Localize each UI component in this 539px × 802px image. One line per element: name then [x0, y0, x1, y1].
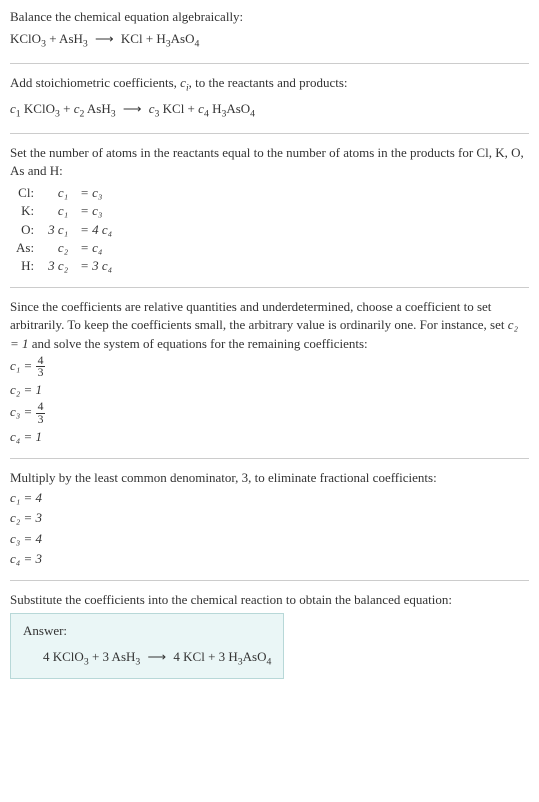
step5-text: Substitute the coefficients into the che…	[10, 591, 529, 609]
unbalanced-equation: KClO3 + AsH3 ⟶ KCl + H3AsO4	[10, 30, 529, 51]
table-row: H:3 c₂= 3 c₄	[10, 257, 118, 275]
answer-label: Answer:	[23, 622, 271, 640]
fraction: 43	[36, 355, 46, 379]
fraction: 43	[36, 401, 46, 425]
product-2: AsO	[171, 31, 195, 46]
divider	[10, 133, 529, 134]
table-row: O:3 c₁= 4 c₄	[10, 221, 118, 239]
step3-text-a: Since the coefficients are relative quan…	[10, 299, 508, 332]
element-label: H:	[10, 257, 42, 275]
c2-value: c₂ = 1	[10, 381, 529, 399]
product-2-sub: 4	[195, 39, 200, 50]
step2-section: Set the number of atoms in the reactants…	[10, 144, 529, 275]
lhs: c₂	[42, 239, 74, 257]
rhs: = 3 c₄	[74, 257, 118, 275]
p3: AsO	[226, 101, 250, 116]
stoich-equation: c1 KClO3 + c2 AsH3 ⟶ c3 KCl + c4 H3AsO4	[10, 100, 529, 121]
rhs: = c₃	[74, 202, 118, 220]
r2-sub: 3	[111, 108, 116, 119]
divider	[10, 458, 529, 459]
c3-label: c₃ =	[10, 405, 36, 420]
p3-sub: 4	[250, 108, 255, 119]
denominator: 3	[36, 414, 46, 426]
table-row: Cl:c₁= c₃	[10, 184, 118, 202]
denominator: 3	[36, 367, 46, 379]
intro-title: Balance the chemical equation algebraica…	[10, 8, 529, 26]
step4-text: Multiply by the least common denominator…	[10, 469, 529, 487]
r1: KClO	[21, 101, 55, 116]
reactant-1: KClO	[10, 31, 41, 46]
ans-r2-sub: 3	[135, 657, 140, 668]
lhs: 3 c₂	[42, 257, 74, 275]
element-label: K:	[10, 202, 42, 220]
element-label: Cl:	[10, 184, 42, 202]
table-row: K:c₁= c₃	[10, 202, 118, 220]
p1: KCl +	[159, 101, 198, 116]
ans-p2-sub: 4	[267, 657, 272, 668]
ans-r2: + 3 AsH	[89, 649, 136, 664]
intro-section: Balance the chemical equation algebraica…	[10, 8, 529, 51]
lhs: c₁	[42, 184, 74, 202]
lhs: 3 c₁	[42, 221, 74, 239]
step3-text: Since the coefficients are relative quan…	[10, 298, 529, 353]
table-row: As:c₂= c₄	[10, 239, 118, 257]
step4-section: Multiply by the least common denominator…	[10, 469, 529, 568]
step2-text: Set the number of atoms in the reactants…	[10, 144, 529, 180]
c1-value: c₁ = 43	[10, 355, 529, 379]
step1-text-a: Add stoichiometric coefficients,	[10, 75, 180, 90]
c3-value: c₃ = 43	[10, 401, 529, 425]
step3-text-b: and solve the system of equations for th…	[29, 336, 368, 351]
divider	[10, 63, 529, 64]
c3-final: c₃ = 4	[10, 530, 529, 548]
divider	[10, 287, 529, 288]
lhs: c₁	[42, 202, 74, 220]
c1-final: c₁ = 4	[10, 489, 529, 507]
arrow-icon: ⟶	[144, 649, 171, 664]
p2: H	[209, 101, 222, 116]
step5-section: Substitute the coefficients into the che…	[10, 591, 529, 679]
reactant-2-sub: 3	[83, 39, 88, 50]
ans-p2: AsO	[243, 649, 267, 664]
step1-section: Add stoichiometric coefficients, ci, to …	[10, 74, 529, 120]
step3-section: Since the coefficients are relative quan…	[10, 298, 529, 446]
arrow-icon: ⟶	[91, 31, 118, 46]
ans-p1: 4 KCl + 3 H	[173, 649, 237, 664]
c1-label: c₁ =	[10, 358, 36, 373]
reactant-2: + AsH	[46, 31, 83, 46]
plus1: +	[60, 101, 74, 116]
arrow-icon: ⟶	[119, 101, 146, 116]
answer-box: Answer: 4 KClO3 + 3 AsH3 ⟶ 4 KCl + 3 H3A…	[10, 613, 284, 678]
c4-value: c₄ = 1	[10, 428, 529, 446]
r2: AsH	[84, 101, 110, 116]
rhs: = c₃	[74, 184, 118, 202]
c4-final: c₄ = 3	[10, 550, 529, 568]
element-label: As:	[10, 239, 42, 257]
element-label: O:	[10, 221, 42, 239]
rhs: = 4 c₄	[74, 221, 118, 239]
balanced-equation: 4 KClO3 + 3 AsH3 ⟶ 4 KCl + 3 H3AsO4	[23, 648, 271, 669]
product-1: KCl + H	[121, 31, 166, 46]
c2-final: c₂ = 3	[10, 509, 529, 527]
atom-balance-table: Cl:c₁= c₃ K:c₁= c₃ O:3 c₁= 4 c₄ As:c₂= c…	[10, 184, 118, 275]
divider	[10, 580, 529, 581]
step1-text-b: , to the reactants and products:	[189, 75, 348, 90]
ans-r1: 4 KClO	[43, 649, 84, 664]
step1-text: Add stoichiometric coefficients, ci, to …	[10, 74, 529, 95]
rhs: = c₄	[74, 239, 118, 257]
